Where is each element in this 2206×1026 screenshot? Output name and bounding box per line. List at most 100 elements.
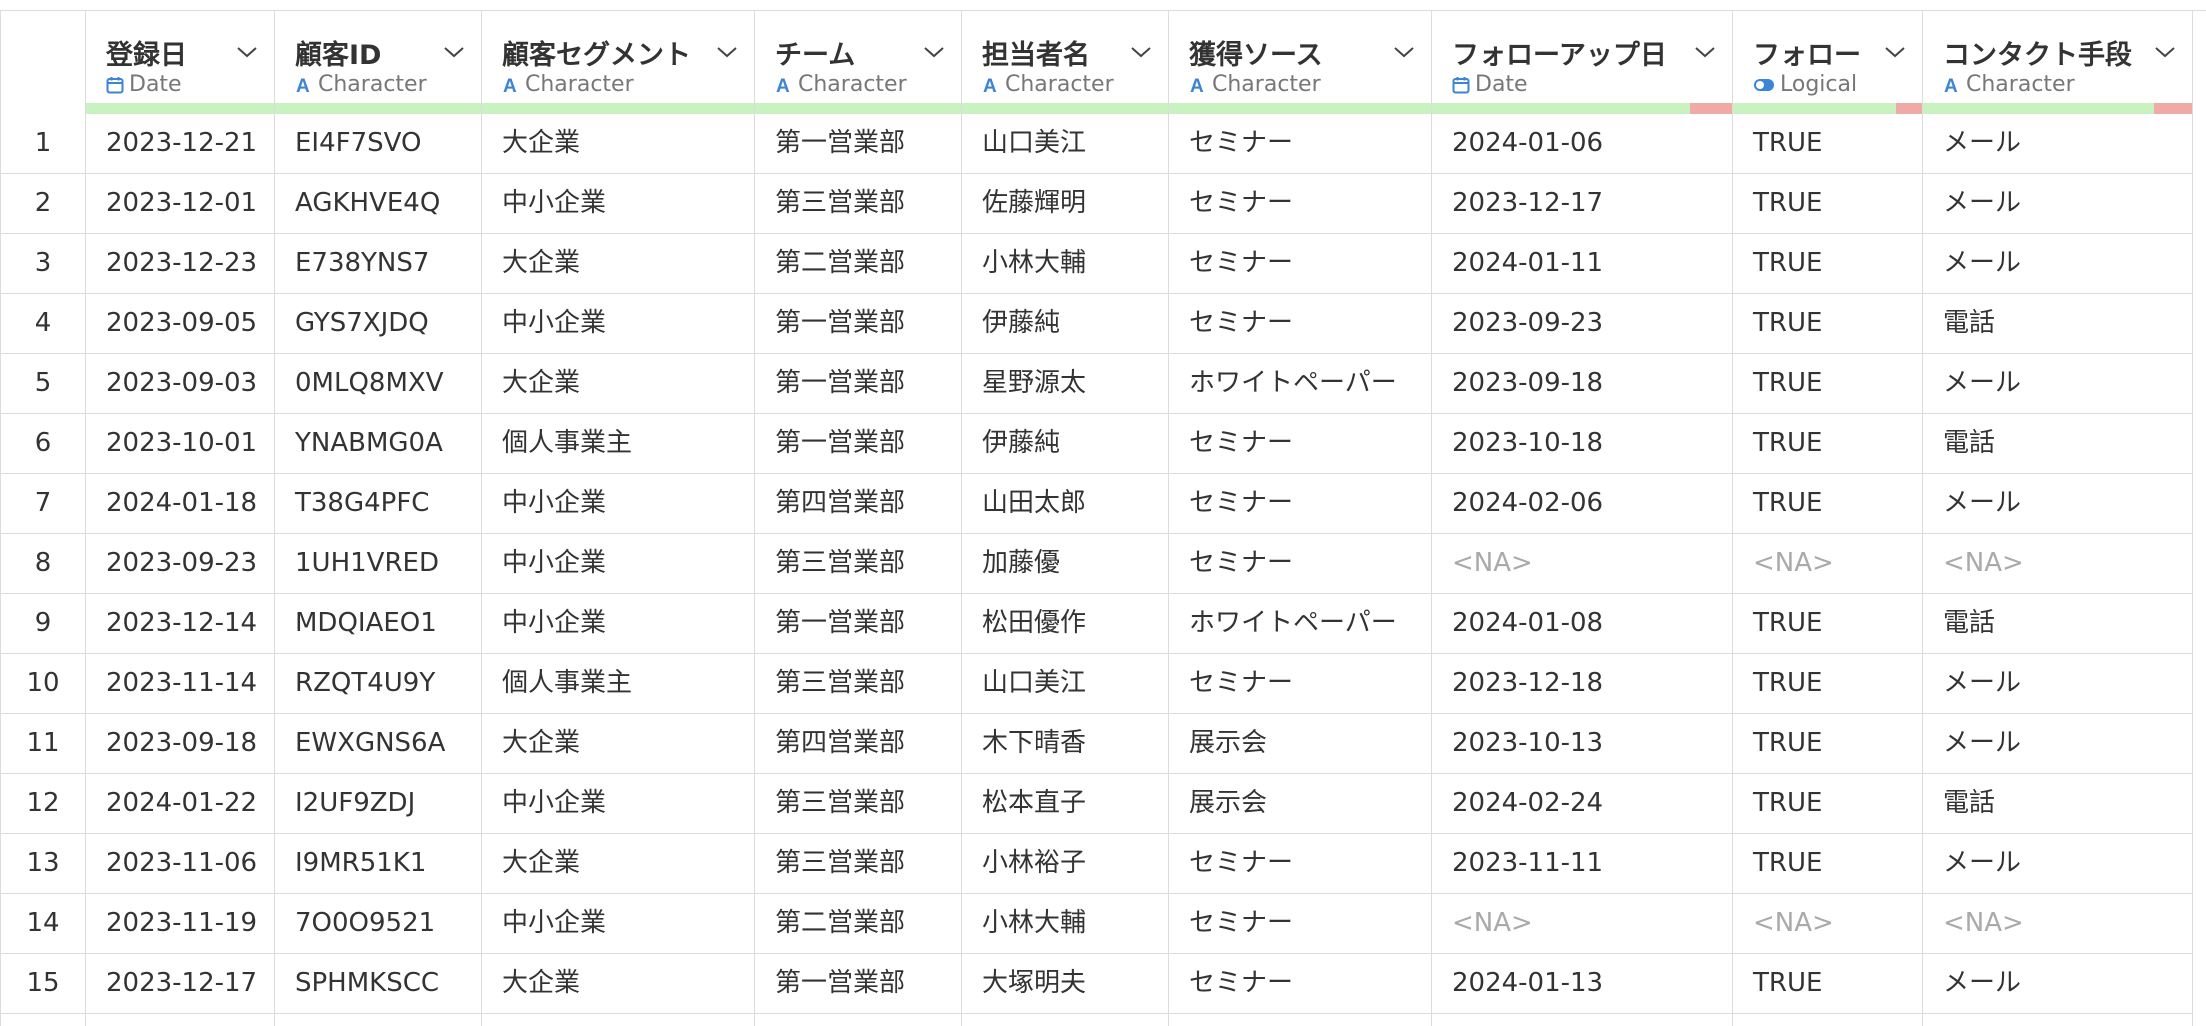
table-cell[interactable]: 2023-09-23 (1432, 294, 1733, 353)
table-cell[interactable]: 加藤優 (962, 534, 1169, 593)
table-cell[interactable]: 大企業 (482, 354, 755, 413)
table-cell[interactable]: 2024-01-13 (1432, 954, 1733, 1013)
table-cell[interactable]: <NA> (1733, 534, 1923, 593)
table-cell[interactable]: 大企業 (482, 114, 755, 173)
chevron-down-icon[interactable] (1884, 45, 1906, 59)
table-row[interactable]: 4 2023-09-05 GYS7XJDQ 中小企業 第一営業部 伊藤純 セミナー 2023-… (0, 294, 2193, 354)
table-cell[interactable]: 個人事業主 (482, 654, 755, 713)
table-row[interactable]: 6 2023-10-01 YNABMG0A 個人事業主 第一営業部 伊藤純 セミナー 2023… (0, 414, 2193, 474)
column-header[interactable]: 担当者名 A Character (962, 11, 1169, 114)
table-cell[interactable]: セミナー (1169, 654, 1432, 713)
table-cell[interactable]: セミナー (1169, 954, 1432, 1013)
table-cell[interactable]: 中小企業 (482, 474, 755, 533)
table-cell[interactable]: T38G4PFC (275, 474, 482, 533)
table-cell[interactable]: 山田太郎 (962, 474, 1169, 533)
table-cell[interactable]: 第一営業部 (755, 114, 962, 173)
table-cell[interactable]: 2023-12-01 (86, 174, 275, 233)
table-cell[interactable]: E738YNS7 (275, 234, 482, 293)
column-header[interactable]: コンタクト手段 A Character (1923, 11, 2193, 114)
table-cell[interactable]: 2024-01-08 (1432, 594, 1733, 653)
table-cell[interactable]: メール (1923, 714, 2193, 773)
chevron-down-icon[interactable] (1393, 45, 1415, 59)
table-cell[interactable]: セミナー (1169, 894, 1432, 953)
table-cell[interactable]: TRUE (1733, 174, 1923, 233)
table-cell[interactable]: 2023-10-01 (86, 414, 275, 473)
table-cell[interactable]: TRUE (1733, 474, 1923, 533)
table-row[interactable]: 10 2023-11-14 RZQT4U9Y 個人事業主 第三営業部 山口美江 セミナー 20… (0, 654, 2193, 714)
table-cell[interactable]: メール (1923, 234, 2193, 293)
table-cell[interactable]: メール (1923, 954, 2193, 1013)
table-cell[interactable]: TRUE (1733, 954, 1923, 1013)
table-cell[interactable]: メール (1923, 354, 2193, 413)
table-cell[interactable]: 松田優作 (962, 594, 1169, 653)
chevron-down-icon[interactable] (1694, 45, 1716, 59)
table-cell[interactable]: 中小企業 (482, 534, 755, 593)
table-row[interactable]: 3 2023-12-23 E738YNS7 大企業 第二営業部 小林大輔 セミナー 2024-… (0, 234, 2193, 294)
table-cell[interactable]: セミナー (1169, 534, 1432, 593)
table-row[interactable]: 12 2024-01-22 I2UF9ZDJ 中小企業 第三営業部 松本直子 展示会 2024… (0, 774, 2193, 834)
column-header[interactable]: フォロー Logical (1733, 11, 1923, 114)
table-row[interactable]: 14 2023-11-19 7O0O9521 中小企業 第二営業部 小林大輔 セミナー <NA… (0, 894, 2193, 954)
table-row[interactable]: 7 2024-01-18 T38G4PFC 中小企業 第四営業部 山田太郎 セミナー 2024… (0, 474, 2193, 534)
table-cell[interactable]: <NA> (1733, 894, 1923, 953)
table-cell[interactable]: 2023-11-14 (86, 654, 275, 713)
table-cell[interactable]: 小林大輔 (962, 234, 1169, 293)
table-cell[interactable]: 2024-01-18 (86, 474, 275, 533)
table-row[interactable]: 8 2023-09-23 1UH1VRED 中小企業 第三営業部 加藤優 セミナー <NA> <… (0, 534, 2193, 594)
table-cell[interactable]: RZQT4U9Y (275, 654, 482, 713)
table-cell[interactable]: 2023-10-18 (1432, 414, 1733, 473)
table-cell[interactable]: 小林大輔 (962, 894, 1169, 953)
table-cell[interactable]: <NA> (1923, 534, 2193, 593)
table-cell[interactable]: 第一営業部 (755, 414, 962, 473)
table-cell[interactable]: 伊藤純 (962, 414, 1169, 473)
table-cell[interactable]: セミナー (1169, 294, 1432, 353)
table-cell[interactable]: 電話 (1923, 774, 2193, 833)
table-cell[interactable]: 第一営業部 (755, 354, 962, 413)
table-cell[interactable]: EI4F7SVO (275, 114, 482, 173)
table-cell[interactable]: 2024-02-24 (1432, 774, 1733, 833)
table-cell[interactable]: 第二営業部 (755, 894, 962, 953)
table-cell[interactable]: 2023-09-05 (86, 294, 275, 353)
table-cell[interactable]: セミナー (1169, 474, 1432, 533)
table-cell[interactable]: 小林裕子 (962, 834, 1169, 893)
table-cell[interactable]: 2023-10-13 (1432, 714, 1733, 773)
table-cell[interactable]: 電話 (1923, 594, 2193, 653)
table-cell[interactable]: 2024-01-11 (1432, 234, 1733, 293)
table-cell[interactable]: 個人事業主 (482, 414, 755, 473)
table-cell[interactable]: 中小企業 (482, 774, 755, 833)
table-cell[interactable]: TRUE (1733, 414, 1923, 473)
table-cell[interactable]: メール (1923, 174, 2193, 233)
chevron-down-icon[interactable] (1130, 45, 1152, 59)
table-cell[interactable]: 第三営業部 (755, 834, 962, 893)
table-cell[interactable]: セミナー (1169, 414, 1432, 473)
table-cell[interactable]: ホワイトペーパー (1169, 354, 1432, 413)
table-cell[interactable]: 0MLQ8MXV (275, 354, 482, 413)
chevron-down-icon[interactable] (716, 45, 738, 59)
table-cell[interactable]: TRUE (1733, 774, 1923, 833)
table-cell[interactable]: 2023-11-06 (86, 834, 275, 893)
table-cell[interactable]: 2023-09-23 (86, 534, 275, 593)
table-cell[interactable]: 展示会 (1169, 714, 1432, 773)
table-cell[interactable]: 中小企業 (482, 594, 755, 653)
table-cell[interactable]: 電話 (1923, 294, 2193, 353)
table-cell[interactable]: 2024-01-06 (1432, 114, 1733, 173)
table-cell[interactable]: I2UF9ZDJ (275, 774, 482, 833)
table-cell[interactable]: 2023-09-18 (1432, 354, 1733, 413)
table-cell[interactable]: 1UH1VRED (275, 534, 482, 593)
table-cell[interactable]: 星野源太 (962, 354, 1169, 413)
table-cell[interactable]: 第一営業部 (755, 954, 962, 1013)
table-cell[interactable]: 7O0O9521 (275, 894, 482, 953)
table-cell[interactable]: メール (1923, 114, 2193, 173)
table-cell[interactable]: 第四営業部 (755, 474, 962, 533)
table-cell[interactable]: 2023-11-19 (86, 894, 275, 953)
table-cell[interactable]: GYS7XJDQ (275, 294, 482, 353)
table-cell[interactable]: TRUE (1733, 654, 1923, 713)
table-cell[interactable]: TRUE (1733, 714, 1923, 773)
chevron-down-icon[interactable] (443, 45, 465, 59)
table-cell[interactable]: 大企業 (482, 234, 755, 293)
table-cell[interactable]: 中小企業 (482, 894, 755, 953)
table-cell[interactable]: 松本直子 (962, 774, 1169, 833)
table-cell[interactable]: 大企業 (482, 834, 755, 893)
table-cell[interactable]: 第三営業部 (755, 534, 962, 593)
table-cell[interactable]: 第三営業部 (755, 774, 962, 833)
